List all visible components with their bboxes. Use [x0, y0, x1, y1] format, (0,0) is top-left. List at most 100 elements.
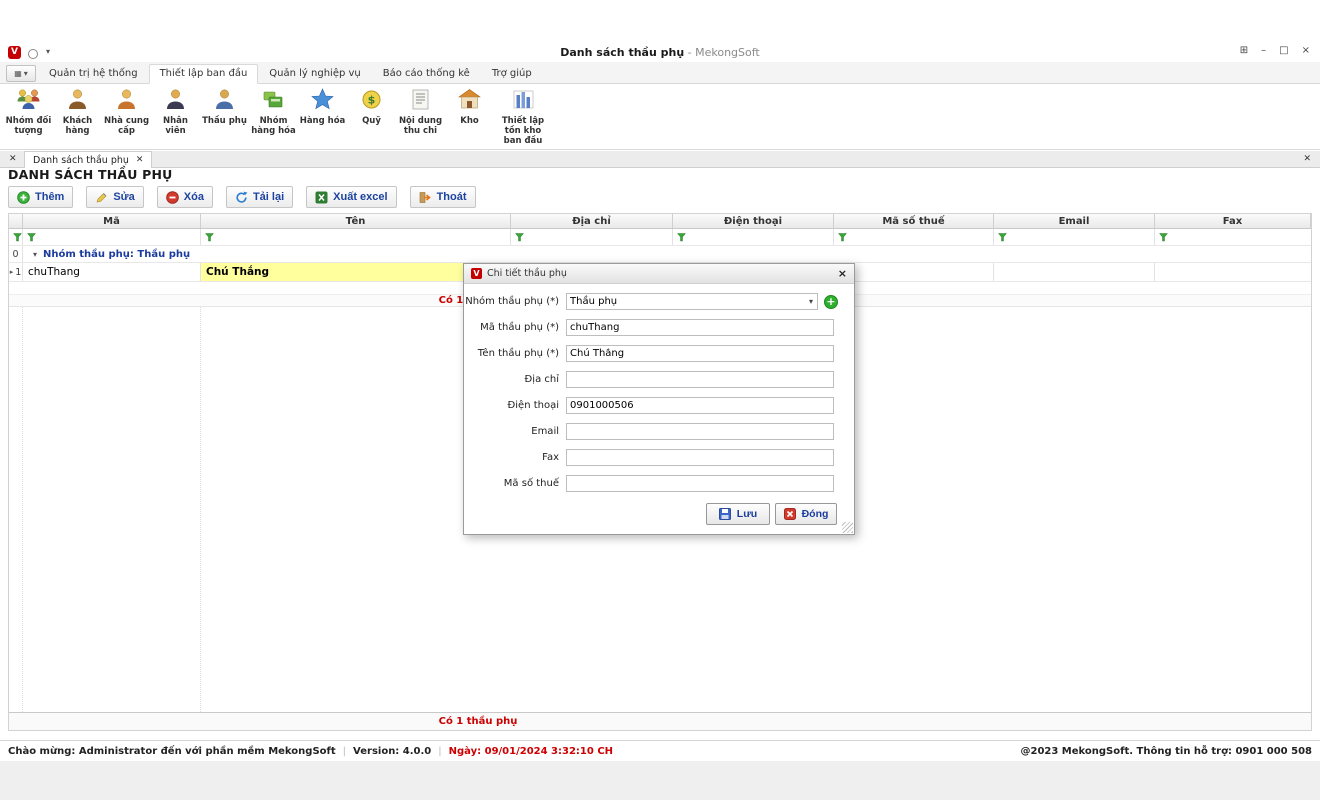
ribbon-tab-tro-giup[interactable]: Trợ giúp	[481, 64, 543, 84]
close-icon[interactable]: ×	[1302, 45, 1310, 56]
edit-button[interactable]: Sửa	[86, 186, 143, 208]
app-menu-button[interactable]: ▦▾	[6, 65, 36, 82]
filter-cell-email[interactable]	[994, 229, 1155, 245]
close-dialog-button[interactable]: Đóng	[775, 503, 837, 525]
field-label: Email	[464, 426, 559, 437]
window-title: Danh sách thầu phụ - MekongSoft	[0, 46, 1320, 59]
ribbon-tab-thiet-lap-ban-dau[interactable]: Thiết lập ban đầu	[149, 64, 259, 84]
group-collapse-icon[interactable]: ▾	[33, 250, 37, 259]
tabstrip-close-right-icon[interactable]: ✕	[1303, 154, 1311, 164]
ribbon-item-nhan-vien[interactable]: Nhân viên	[151, 86, 200, 138]
ribbon-tab-quan-tri-he-thong[interactable]: Quản trị hệ thống	[38, 64, 149, 84]
reload-button[interactable]: Tải lại	[226, 186, 293, 208]
product-icon	[310, 87, 335, 116]
status-bar: Chào mừng: Administrator đến với phần mề…	[0, 740, 1320, 761]
column-header-ma-so-thue[interactable]: Mã số thuế	[834, 214, 994, 228]
restore-icon[interactable]: □	[1279, 45, 1288, 56]
ribbon-tab-bao-cao-thong-ke[interactable]: Báo cáo thống kê	[372, 64, 481, 84]
ribbon-item-nhom-doi-tuong[interactable]: Nhóm đối tượng	[4, 86, 53, 138]
ribbon-item-thau-phu[interactable]: Thầu phụ	[200, 86, 249, 128]
document-tab-danh-sach-thau-phu[interactable]: Danh sách thầu phụ ✕	[24, 151, 152, 168]
cell-fax[interactable]	[1155, 263, 1311, 281]
ribbon-item-nhom-hang-hoa[interactable]: Nhóm hàng hóa	[249, 86, 298, 138]
exit-button[interactable]: Thoát	[410, 186, 476, 208]
filter-cell-ten[interactable]	[201, 229, 511, 245]
supplier-icon	[114, 87, 139, 116]
delete-button[interactable]: Xóa	[157, 186, 213, 208]
ribbon-item-quy[interactable]: $ Quỹ	[347, 86, 396, 128]
action-toolbar: Thêm Sửa Xóa Tải lại Xuất excel Thoát	[8, 186, 476, 208]
group-combo-value: Thầu phụ	[567, 296, 809, 307]
ribbon-item-kho[interactable]: Kho	[445, 86, 494, 128]
filter-cell-ma-so-thue[interactable]	[834, 229, 994, 245]
column-header-fax[interactable]: Fax	[1155, 214, 1311, 228]
ribbon-item-hang-hoa[interactable]: Hàng hóa	[298, 86, 347, 128]
ribbon-item-nha-cung-cap[interactable]: Nhà cung cấp	[102, 86, 151, 138]
field-label: Fax	[464, 452, 559, 463]
ribbon-item-khach-hang[interactable]: Khách hàng	[53, 86, 102, 138]
filter-cell-dien-thoai[interactable]	[673, 229, 834, 245]
tax-code-field[interactable]	[566, 475, 834, 492]
status-separator: |	[438, 746, 441, 757]
initial-stock-icon	[511, 87, 536, 116]
product-group-icon	[261, 87, 286, 116]
filter-cell-dia-chi[interactable]	[511, 229, 673, 245]
field-label: Mã thầu phụ (*)	[464, 322, 559, 333]
ribbon-item-noi-dung-thu-chi[interactable]: Nội dung thu chi	[396, 86, 445, 138]
address-field[interactable]	[566, 371, 834, 388]
save-button-label: Lưu	[737, 508, 757, 520]
column-header-dia-chi[interactable]: Địa chỉ	[511, 214, 673, 228]
field-row-ma-thau-phu: Mã thầu phụ (*)	[464, 319, 854, 336]
add-group-button[interactable]: +	[824, 295, 838, 309]
column-header-ten[interactable]: Tên	[201, 214, 511, 228]
grid-footer-text: Có 1 thầu phụ	[9, 716, 947, 727]
minimize-icon[interactable]: –	[1261, 45, 1266, 56]
cell-ma[interactable]: chuThang	[23, 263, 201, 281]
grid-column-guide	[22, 307, 23, 712]
delete-button-label: Xóa	[184, 191, 204, 203]
filter-cell-ma[interactable]	[23, 229, 201, 245]
app-window: V ▾ Danh sách thầu phụ - MekongSoft ⊞ – …	[0, 0, 1320, 800]
column-header-ma[interactable]: Mã	[23, 214, 201, 228]
email-field[interactable]	[566, 423, 834, 440]
cell-email[interactable]	[994, 263, 1155, 281]
code-field[interactable]	[566, 319, 834, 336]
filter-cell-fax[interactable]	[1155, 229, 1311, 245]
phone-field[interactable]	[566, 397, 834, 414]
ribbon-item-thiet-lap-ton-kho[interactable]: Thiết lập tồn kho ban đầu	[494, 86, 552, 147]
group-row-cell[interactable]: ▾ Nhóm thầu phụ: Thầu phụ	[23, 246, 1311, 262]
status-left: Chào mừng: Administrator đến với phần mề…	[0, 746, 613, 757]
column-header-dien-thoai[interactable]: Điện thoại	[673, 214, 834, 228]
cell-ma-so-thue[interactable]	[834, 263, 994, 281]
column-header-email[interactable]: Email	[994, 214, 1155, 228]
fax-field[interactable]	[566, 449, 834, 466]
field-row-fax: Fax	[464, 449, 854, 466]
save-button[interactable]: Lưu	[706, 503, 770, 525]
tabstrip-close-left-icon[interactable]: ✕	[9, 154, 17, 164]
field-row-nhom-thau-phu: Nhóm thầu phụ (*) Thầu phụ ▾ +	[464, 293, 854, 310]
status-version: Version: 4.0.0	[353, 746, 431, 757]
dialog-title-bar[interactable]: V Chi tiết thầu phụ ×	[464, 264, 854, 284]
grid-filter-row	[9, 229, 1311, 246]
chevron-down-icon[interactable]: ▾	[809, 297, 813, 306]
ribbon-item-label: Hàng hóa	[300, 117, 346, 127]
group-combo[interactable]: Thầu phụ ▾	[566, 293, 818, 310]
field-label: Điện thoại	[464, 400, 559, 411]
field-row-email: Email	[464, 423, 854, 440]
add-button[interactable]: Thêm	[8, 186, 73, 208]
document-tab-close-icon[interactable]: ✕	[136, 155, 144, 165]
current-row-arrow-icon: ▸	[10, 268, 14, 276]
grid-footer: Có 1 thầu phụ	[9, 712, 1311, 730]
window-tools-icon[interactable]: ⊞	[1240, 45, 1248, 56]
name-field[interactable]	[566, 345, 834, 362]
dialog-title: Chi tiết thầu phụ	[487, 268, 833, 279]
svg-text:$: $	[368, 94, 376, 107]
dialog-close-icon[interactable]: ×	[838, 267, 847, 280]
ribbon-tabs: Quản trị hệ thống Thiết lập ban đầu Quản…	[38, 62, 543, 84]
grid-group-row[interactable]: 0 ▾ Nhóm thầu phụ: Thầu phụ	[9, 246, 1311, 263]
dialog-resize-grip[interactable]	[842, 522, 853, 533]
filter-funnel-icon	[838, 233, 847, 242]
ribbon-item-label: Khách hàng	[54, 117, 101, 137]
export-excel-button[interactable]: Xuất excel	[306, 186, 396, 208]
ribbon-tab-quan-ly-nghiep-vu[interactable]: Quản lý nghiệp vụ	[258, 64, 371, 84]
